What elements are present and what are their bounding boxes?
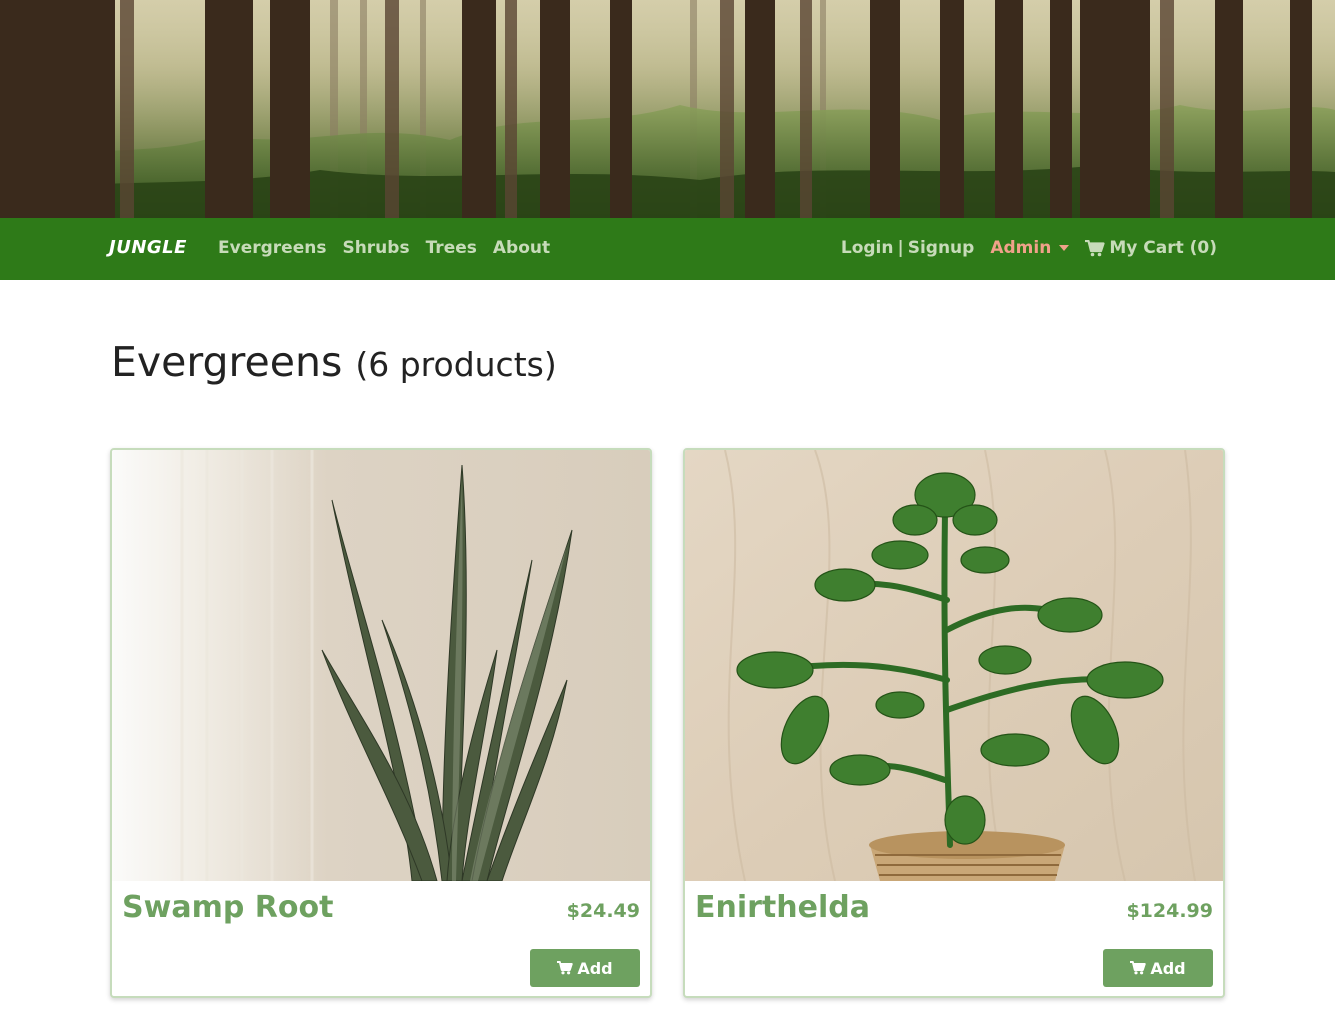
category-title: Evergreens [111,338,343,386]
nav-link-about[interactable]: About [493,238,550,258]
category-nav: Evergreens Shrubs Trees About [218,238,550,258]
nav-link-trees[interactable]: Trees [426,238,477,258]
add-button-label: Add [577,958,613,978]
admin-dropdown-toggle[interactable]: Admin [990,238,1070,258]
product-name[interactable]: Enirthelda [695,890,870,925]
auth-links: Login | Signup [841,238,974,258]
page-title: Evergreens (6 products) [111,338,557,386]
product-name[interactable]: Swamp Root [122,890,333,925]
account-nav: Login | Signup Admin My Cart (0) [841,238,1217,258]
product-count: (6 products) [355,345,557,384]
cart-label: My Cart (0) [1109,238,1217,258]
caret-down-icon [1059,245,1070,251]
hero-forest-banner [0,0,1335,218]
cart-icon [1130,961,1147,975]
signup-link[interactable]: Signup [908,238,975,258]
product-card: Swamp Root $24.49 Add [110,448,652,998]
add-to-cart-button[interactable]: Add [1103,949,1213,987]
cart-link[interactable]: My Cart (0) [1085,238,1217,258]
nav-link-evergreens[interactable]: Evergreens [218,238,326,258]
product-price: $124.99 [1126,900,1213,922]
admin-label: Admin [990,238,1052,258]
main-navbar: JUNGLE Evergreens Shrubs Trees About Log… [0,218,1335,280]
product-image-jade-plant[interactable] [685,450,1223,881]
brand-logo[interactable]: JUNGLE [109,237,187,258]
login-link[interactable]: Login [841,238,894,258]
product-image-snake-plant[interactable] [112,450,650,881]
cart-icon [1085,239,1105,257]
cart-icon [557,961,574,975]
product-card: Enirthelda $124.99 Add [683,448,1225,998]
forest-illustration [0,0,1335,218]
add-button-label: Add [1150,958,1186,978]
product-price: $24.49 [566,900,640,922]
nav-link-shrubs[interactable]: Shrubs [342,238,409,258]
add-to-cart-button[interactable]: Add [530,949,640,987]
auth-separator: | [897,238,904,258]
